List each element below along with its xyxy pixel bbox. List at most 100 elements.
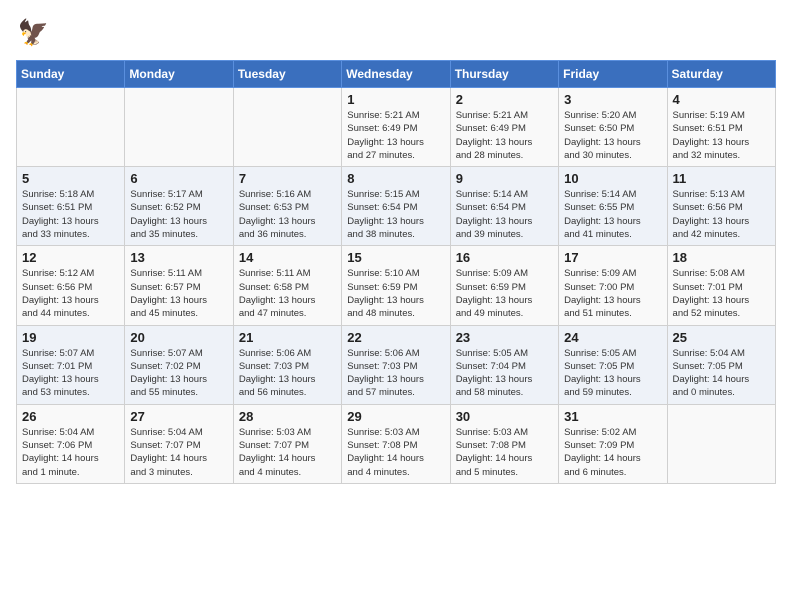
day-info: Sunrise: 5:21 AM Sunset: 6:49 PM Dayligh… (456, 109, 553, 162)
day-number: 23 (456, 330, 553, 345)
calendar-cell: 8 Sunrise: 5:15 AM Sunset: 6:54 PM Daylig… (342, 167, 450, 246)
column-header-friday: Friday (559, 61, 667, 88)
day-number: 26 (22, 409, 119, 424)
day-number: 25 (673, 330, 770, 345)
day-info: Sunrise: 5:14 AM Sunset: 6:54 PM Dayligh… (456, 188, 553, 241)
day-info: Sunrise: 5:12 AM Sunset: 6:56 PM Dayligh… (22, 267, 119, 320)
day-info: Sunrise: 5:03 AM Sunset: 7:07 PM Dayligh… (239, 426, 336, 479)
calendar-cell: 2Sunrise: 5:21 AM Sunset: 6:49 PM Daylig… (450, 88, 558, 167)
day-info: Sunrise: 5:14 AM Sunset: 6:55 PM Dayligh… (564, 188, 661, 241)
calendar-cell: 16 Sunrise: 5:09 AM Sunset: 6:59 PM Dayli… (450, 246, 558, 325)
calendar-cell: 5 Sunrise: 5:18 AM Sunset: 6:51 PM Daylig… (17, 167, 125, 246)
calendar-cell: 6Sunrise: 5:17 AM Sunset: 6:52 PM Daylig… (125, 167, 233, 246)
day-number: 14 (239, 250, 336, 265)
day-number: 11 (673, 171, 770, 186)
day-info: Sunrise: 5:07 AM Sunset: 7:02 PM Dayligh… (130, 347, 227, 400)
day-number: 21 (239, 330, 336, 345)
day-number: 10 (564, 171, 661, 186)
day-number: 31 (564, 409, 661, 424)
calendar-cell: 21Sunrise: 5:06 AM Sunset: 7:03 PM Dayli… (233, 325, 341, 404)
day-number: 15 (347, 250, 444, 265)
calendar-cell: 11Sunrise: 5:13 AM Sunset: 6:56 PM Dayli… (667, 167, 775, 246)
day-info: Sunrise: 5:19 AM Sunset: 6:51 PM Dayligh… (673, 109, 770, 162)
column-header-saturday: Saturday (667, 61, 775, 88)
day-number: 16 (456, 250, 553, 265)
calendar-cell: 9 Sunrise: 5:14 AM Sunset: 6:54 PM Daylig… (450, 167, 558, 246)
calendar-cell (17, 88, 125, 167)
day-info: Sunrise: 5:09 AM Sunset: 6:59 PM Dayligh… (456, 267, 553, 320)
page-header: 🦅 (16, 16, 776, 52)
column-header-thursday: Thursday (450, 61, 558, 88)
calendar-week-4: 19 Sunrise: 5:07 AM Sunset: 7:01 PM Dayli… (17, 325, 776, 404)
day-info: Sunrise: 5:08 AM Sunset: 7:01 PM Dayligh… (673, 267, 770, 320)
day-number: 30 (456, 409, 553, 424)
day-info: Sunrise: 5:04 AM Sunset: 7:06 PM Dayligh… (22, 426, 119, 479)
calendar-cell: 1Sunrise: 5:21 AM Sunset: 6:49 PM Daylig… (342, 88, 450, 167)
calendar-cell: 30 Sunrise: 5:03 AM Sunset: 7:08 PM Dayli… (450, 404, 558, 483)
calendar-cell: 20 Sunrise: 5:07 AM Sunset: 7:02 PM Dayli… (125, 325, 233, 404)
day-number: 5 (22, 171, 119, 186)
column-header-sunday: Sunday (17, 61, 125, 88)
calendar-cell (233, 88, 341, 167)
calendar-cell: 10 Sunrise: 5:14 AM Sunset: 6:55 PM Dayli… (559, 167, 667, 246)
logo-icon: 🦅 (16, 16, 52, 52)
day-info: Sunrise: 5:20 AM Sunset: 6:50 PM Dayligh… (564, 109, 661, 162)
calendar-cell: 4 Sunrise: 5:19 AM Sunset: 6:51 PM Daylig… (667, 88, 775, 167)
calendar-week-2: 5 Sunrise: 5:18 AM Sunset: 6:51 PM Daylig… (17, 167, 776, 246)
day-number: 13 (130, 250, 227, 265)
day-number: 4 (673, 92, 770, 107)
column-header-monday: Monday (125, 61, 233, 88)
calendar-week-5: 26 Sunrise: 5:04 AM Sunset: 7:06 PM Dayli… (17, 404, 776, 483)
day-number: 8 (347, 171, 444, 186)
day-info: Sunrise: 5:10 AM Sunset: 6:59 PM Dayligh… (347, 267, 444, 320)
day-info: Sunrise: 5:11 AM Sunset: 6:58 PM Dayligh… (239, 267, 336, 320)
calendar-cell: 22 Sunrise: 5:06 AM Sunset: 7:03 PM Dayli… (342, 325, 450, 404)
calendar-cell: 24 Sunrise: 5:05 AM Sunset: 7:05 PM Dayli… (559, 325, 667, 404)
day-info: Sunrise: 5:03 AM Sunset: 7:08 PM Dayligh… (347, 426, 444, 479)
svg-text:🦅: 🦅 (18, 17, 49, 47)
day-number: 22 (347, 330, 444, 345)
column-header-wednesday: Wednesday (342, 61, 450, 88)
calendar-cell: 31 Sunrise: 5:02 AM Sunset: 7:09 PM Dayli… (559, 404, 667, 483)
day-number: 24 (564, 330, 661, 345)
calendar-cell: 14 Sunrise: 5:11 AM Sunset: 6:58 PM Dayli… (233, 246, 341, 325)
calendar-cell: 17 Sunrise: 5:09 AM Sunset: 7:00 PM Dayli… (559, 246, 667, 325)
day-info: Sunrise: 5:18 AM Sunset: 6:51 PM Dayligh… (22, 188, 119, 241)
day-number: 3 (564, 92, 661, 107)
day-info: Sunrise: 5:05 AM Sunset: 7:05 PM Dayligh… (564, 347, 661, 400)
calendar-cell: 23Sunrise: 5:05 AM Sunset: 7:04 PM Dayli… (450, 325, 558, 404)
day-info: Sunrise: 5:11 AM Sunset: 6:57 PM Dayligh… (130, 267, 227, 320)
header-row: SundayMondayTuesdayWednesdayThursdayFrid… (17, 61, 776, 88)
day-number: 1 (347, 92, 444, 107)
calendar-week-3: 12Sunrise: 5:12 AM Sunset: 6:56 PM Dayli… (17, 246, 776, 325)
day-info: Sunrise: 5:04 AM Sunset: 7:07 PM Dayligh… (130, 426, 227, 479)
calendar-week-1: 1 Sunrise: 5:21 AM Sunset: 6:49 PM Daylig… (17, 88, 776, 167)
day-number: 28 (239, 409, 336, 424)
day-info: Sunrise: 5:16 AM Sunset: 6:53 PM Dayligh… (239, 188, 336, 241)
day-number: 7 (239, 171, 336, 186)
calendar-cell: 12Sunrise: 5:12 AM Sunset: 6:56 PM Dayli… (17, 246, 125, 325)
day-info: Sunrise: 5:07 AM Sunset: 7:01 PM Dayligh… (22, 347, 119, 400)
day-number: 17 (564, 250, 661, 265)
calendar-cell (667, 404, 775, 483)
day-number: 9 (456, 171, 553, 186)
calendar-cell: 13 Sunrise: 5:11 AM Sunset: 6:57 PM Dayli… (125, 246, 233, 325)
day-number: 20 (130, 330, 227, 345)
day-number: 6 (130, 171, 227, 186)
calendar-cell (125, 88, 233, 167)
day-info: Sunrise: 5:06 AM Sunset: 7:03 PM Dayligh… (347, 347, 444, 400)
day-info: Sunrise: 5:15 AM Sunset: 6:54 PM Dayligh… (347, 188, 444, 241)
calendar-cell: 27Sunrise: 5:04 AM Sunset: 7:07 PM Dayli… (125, 404, 233, 483)
day-info: Sunrise: 5:02 AM Sunset: 7:09 PM Dayligh… (564, 426, 661, 479)
day-info: Sunrise: 5:03 AM Sunset: 7:08 PM Dayligh… (456, 426, 553, 479)
day-number: 19 (22, 330, 119, 345)
day-info: Sunrise: 5:04 AM Sunset: 7:05 PM Dayligh… (673, 347, 770, 400)
day-info: Sunrise: 5:09 AM Sunset: 7:00 PM Dayligh… (564, 267, 661, 320)
calendar-cell: 25 Sunrise: 5:04 AM Sunset: 7:05 PM Dayli… (667, 325, 775, 404)
calendar-table: SundayMondayTuesdayWednesdayThursdayFrid… (16, 60, 776, 484)
calendar-cell: 7 Sunrise: 5:16 AM Sunset: 6:53 PM Daylig… (233, 167, 341, 246)
calendar-cell: 29Sunrise: 5:03 AM Sunset: 7:08 PM Dayli… (342, 404, 450, 483)
calendar-cell: 3 Sunrise: 5:20 AM Sunset: 6:50 PM Daylig… (559, 88, 667, 167)
calendar-cell: 15 Sunrise: 5:10 AM Sunset: 6:59 PM Dayli… (342, 246, 450, 325)
day-number: 18 (673, 250, 770, 265)
